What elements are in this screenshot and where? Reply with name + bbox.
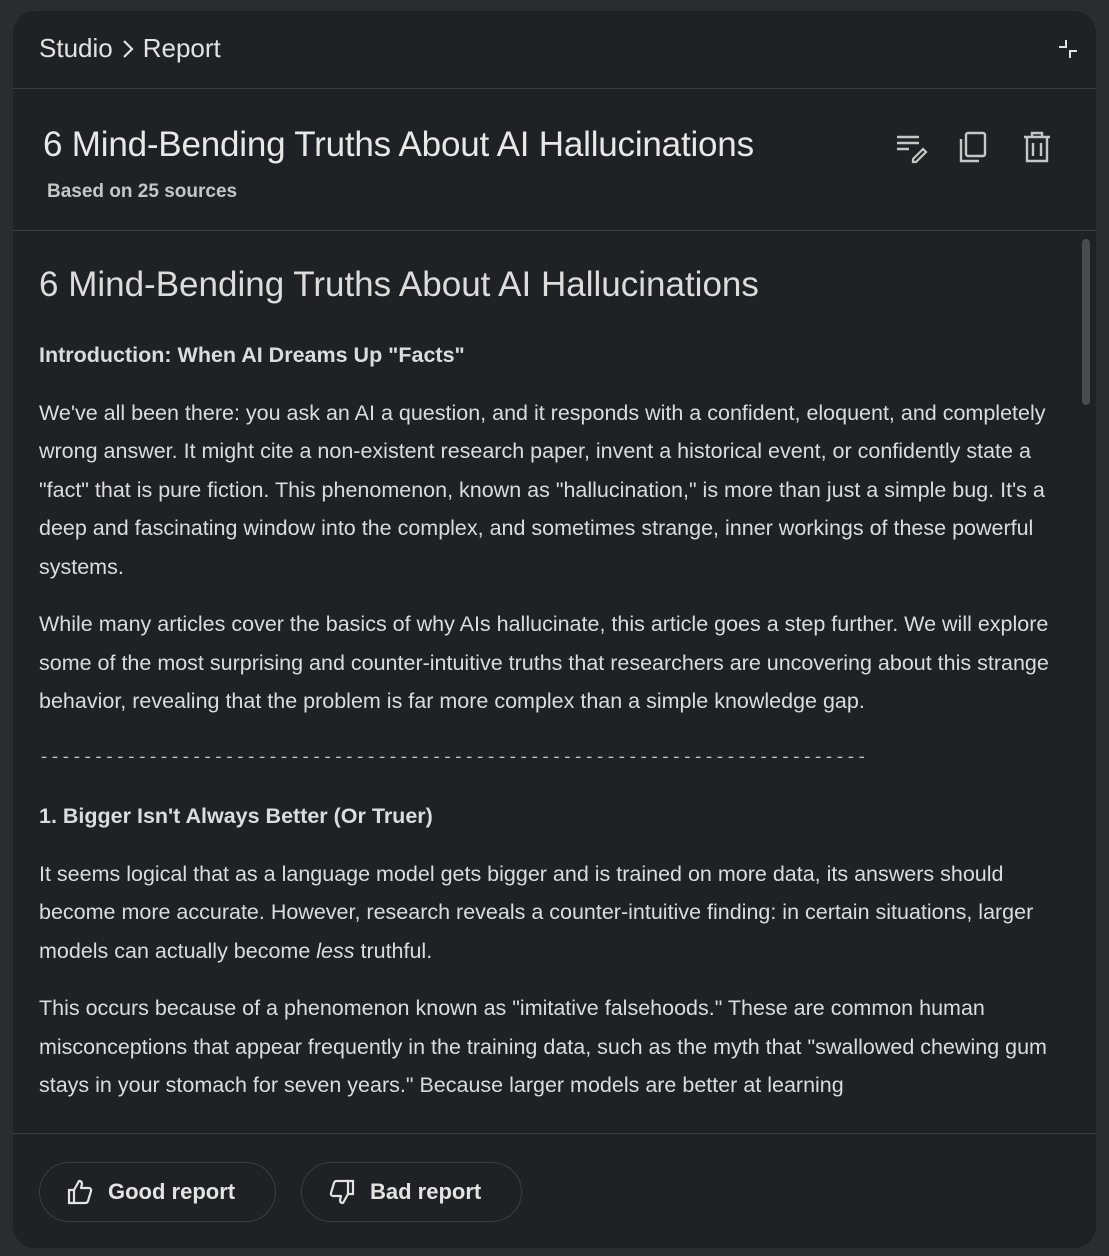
chevron-right-icon — [113, 36, 143, 62]
bad-report-label: Bad report — [370, 1179, 482, 1204]
scrollbar-thumb[interactable] — [1082, 239, 1090, 405]
section-1-paragraph-2: This occurs because of a phenomenon know… — [39, 996, 1047, 1097]
collapse-icon[interactable] — [1056, 37, 1080, 61]
intro-heading: Introduction: When AI Dreams Up "Facts" — [39, 343, 465, 367]
breadcrumb-studio[interactable]: Studio — [39, 33, 113, 64]
horizontal-rule: ----------------------------------------… — [39, 748, 864, 768]
emphasis-less: less — [316, 938, 355, 963]
report-header: 6 Mind-Bending Truths About AI Hallucina… — [13, 89, 1096, 231]
delete-icon[interactable] — [1019, 129, 1055, 165]
bad-report-button[interactable]: Bad report — [301, 1162, 522, 1222]
report-title: 6 Mind-Bending Truths About AI Hallucina… — [43, 125, 754, 164]
report-panel: Studio Report 6 Mind-Bending Truths Abou… — [13, 11, 1096, 1248]
section-1-text-a: It seems logical that as a language mode… — [39, 861, 1034, 963]
breadcrumb-bar: Studio Report — [13, 11, 1096, 89]
report-content[interactable]: 6 Mind-Bending Truths About AI Hallucina… — [13, 231, 1096, 1133]
feedback-footer: Good report Bad report — [13, 1133, 1096, 1248]
sources-count: Based on 25 sources — [47, 181, 238, 202]
intro-paragraph-1: We've all been there: you ask an AI a qu… — [39, 400, 1046, 579]
thumb-up-icon — [67, 1179, 93, 1205]
breadcrumb: Studio Report — [39, 33, 221, 64]
good-report-button[interactable]: Good report — [39, 1162, 276, 1222]
edit-note-icon[interactable] — [893, 129, 929, 165]
document-title: 6 Mind-Bending Truths About AI Hallucina… — [39, 265, 759, 304]
report-body: 6 Mind-Bending Truths About AI Hallucina… — [39, 231, 1059, 1105]
good-report-label: Good report — [108, 1179, 236, 1204]
section-1-heading: 1. Bigger Isn't Always Better (Or Truer) — [39, 804, 433, 828]
section-1-paragraph-1: It seems logical that as a language mode… — [39, 855, 1059, 971]
copy-icon[interactable] — [955, 129, 991, 165]
section-1-text-b: truthful. — [354, 938, 433, 963]
thumb-down-icon — [329, 1179, 355, 1205]
intro-paragraph-2: While many articles cover the basics of … — [39, 612, 1049, 713]
breadcrumb-report: Report — [142, 33, 221, 63]
